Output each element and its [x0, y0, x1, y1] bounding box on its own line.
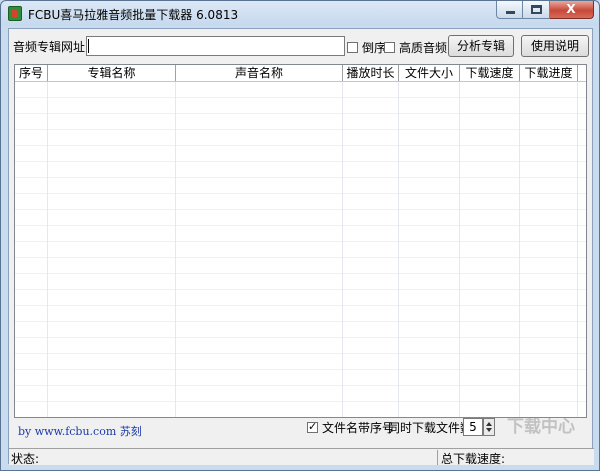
title-bar[interactable]: FCBU喜马拉雅音频批量下载器 6.0813 X [1, 1, 599, 27]
minimize-icon [506, 11, 515, 14]
column-divider [342, 82, 343, 417]
column-header-speed[interactable]: 下载速度 [460, 65, 520, 81]
list-header: 序号 专辑名称 声音名称 播放时长 文件大小 下载速度 下载进度 [15, 65, 586, 82]
filename-index-label: 文件名带序号 [322, 421, 395, 435]
app-window: FCBU喜马拉雅音频批量下载器 6.0813 X 音频专辑网址: 倒序 高质音频… [0, 0, 600, 471]
filename-index-checkbox[interactable]: 文件名带序号 [307, 419, 394, 436]
reverse-order-box[interactable] [347, 42, 358, 53]
text-caret [88, 39, 89, 53]
column-divider [459, 82, 460, 417]
status-divider [437, 450, 438, 465]
client-area: 音频专辑网址: 倒序 高质音频 分析专辑 使用说明 序号 专辑名称 声音名称 播… [8, 28, 594, 466]
filename-index-box[interactable] [307, 420, 318, 434]
concurrent-downloads-input[interactable]: 5 [463, 418, 483, 436]
column-header-track[interactable]: 声音名称 [176, 65, 343, 81]
reverse-order-checkbox[interactable]: 倒序 [347, 39, 386, 56]
hq-audio-label: 高质音频 [399, 41, 448, 55]
album-url-input[interactable] [86, 36, 345, 56]
total-speed-label: 总下载速度: [441, 452, 506, 466]
concurrent-downloads-spinner[interactable] [483, 418, 495, 436]
column-header-index[interactable]: 序号 [15, 65, 48, 81]
column-header-size[interactable]: 文件大小 [399, 65, 460, 81]
status-bar: 状态: 总下载速度: [9, 448, 594, 466]
reverse-order-label: 倒序 [362, 41, 387, 55]
analyze-album-button[interactable]: 分析专辑 [448, 35, 514, 57]
window-title: FCBU喜马拉雅音频批量下载器 6.0813 [28, 8, 239, 22]
column-divider [519, 82, 520, 417]
list-body[interactable] [15, 82, 586, 417]
spin-up-icon[interactable] [486, 422, 492, 426]
url-label: 音频专辑网址: [13, 40, 90, 54]
help-button[interactable]: 使用说明 [521, 35, 589, 57]
column-header-duration[interactable]: 播放时长 [343, 65, 399, 81]
window-controls: X [496, 1, 594, 20]
column-divider [47, 82, 48, 417]
status-label: 状态: [11, 452, 40, 466]
hq-audio-box[interactable] [384, 42, 395, 53]
track-list[interactable]: 序号 专辑名称 声音名称 播放时长 文件大小 下载速度 下载进度 [14, 64, 587, 418]
minimize-button[interactable] [496, 1, 523, 19]
spin-down-icon[interactable] [486, 428, 492, 432]
column-header-album[interactable]: 专辑名称 [48, 65, 176, 81]
maximize-button[interactable] [523, 1, 550, 19]
column-divider [398, 82, 399, 417]
close-icon: X [566, 2, 576, 16]
author-credit-link[interactable]: by www.fcbu.com 苏刻 [18, 423, 142, 439]
close-button[interactable]: X [550, 1, 594, 19]
column-divider [577, 82, 578, 417]
column-header-progress[interactable]: 下载进度 [520, 65, 578, 81]
maximize-icon [531, 5, 542, 14]
column-divider [175, 82, 176, 417]
hq-audio-checkbox[interactable]: 高质音频 [384, 39, 447, 56]
app-icon [8, 6, 22, 21]
